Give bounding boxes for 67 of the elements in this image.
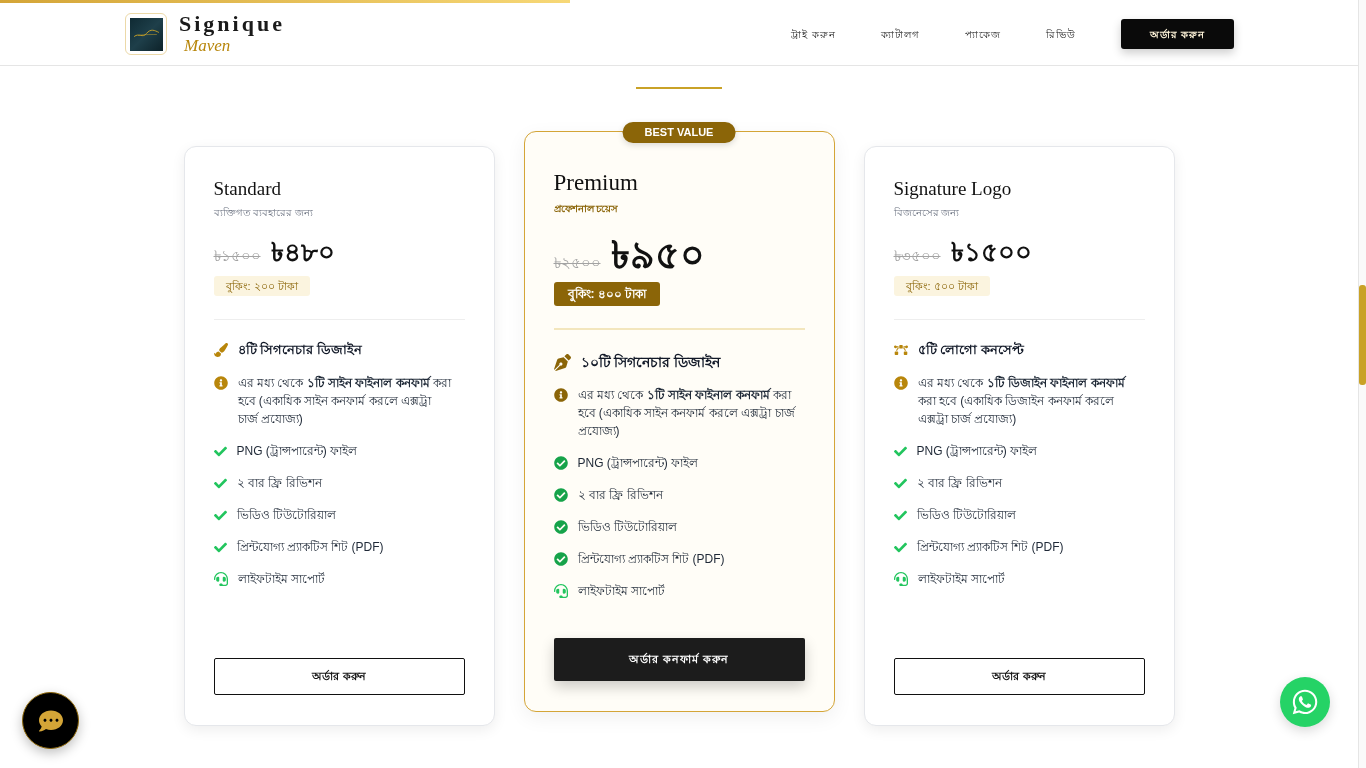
booking-badge: বুকিং: ৪০০ টাকা bbox=[553, 282, 661, 306]
info-icon bbox=[893, 376, 908, 390]
nav-link[interactable]: ট্রাই করুন bbox=[791, 26, 836, 42]
order-button[interactable]: অর্ডার কনফার্ম করুন bbox=[553, 638, 805, 681]
paintbrush-icon bbox=[213, 343, 228, 357]
chat-bubble-icon bbox=[38, 708, 63, 733]
plan-title: Signature Logo bbox=[893, 177, 1013, 201]
info-icon bbox=[213, 376, 228, 390]
logo-icon[interactable] bbox=[125, 13, 167, 55]
feature-text: ২ বার ফ্রি রিভিশন bbox=[236, 475, 322, 492]
bezier-curve-icon bbox=[893, 343, 908, 357]
feature-text: ভিডিও টিউটোরিয়াল bbox=[236, 507, 336, 524]
old-price: ৳৩৫০০ bbox=[893, 246, 941, 266]
feature-text: ২ বার ফ্রি রিভিশন bbox=[577, 487, 663, 504]
old-price: ৳২৫০০ bbox=[553, 253, 601, 273]
plan-subtitle: বিজনেসের জন্য bbox=[893, 206, 961, 220]
headset-icon bbox=[553, 584, 568, 598]
plan-price: ৳১৫০০ bbox=[950, 236, 1032, 268]
plan-subtitle: প্রফেশনাল চয়েস bbox=[553, 202, 620, 216]
feature-text: PNG (ট্রান্সপারেন্ট) ফাইল bbox=[916, 443, 1038, 460]
old-price: ৳১৫০০ bbox=[213, 246, 261, 266]
feature-text: ২ বার ফ্রি রিভিশন bbox=[916, 475, 1002, 492]
feature-text: ভিডিও টিউটোরিয়াল bbox=[577, 519, 677, 536]
check-icon bbox=[213, 540, 227, 554]
feature-text: PNG (ট্রান্সপারেন্ট) ফাইল bbox=[236, 443, 358, 460]
plan-price: ৳৯৫০ bbox=[610, 234, 705, 276]
check-icon bbox=[213, 508, 227, 522]
note-text: এর মধ্য থেকে ১টি ডিজাইন ফাইনাল কনফার্ম করা হবে (একাধিক ডিজাইন কনফার্ম করলে এক্সট্রা চার্জ প্রযোজ্য) bbox=[917, 374, 1128, 428]
feature-text: প্রিন্টযোগ্য প্র্যাকটিস শিট (PDF) bbox=[916, 539, 1064, 556]
feature-text: প্রিন্টযোগ্য প্র্যাকটিস শিট (PDF) bbox=[577, 551, 725, 568]
feature-text: প্রিন্টযোগ্য প্র্যাকটিস শিট (PDF) bbox=[236, 539, 384, 556]
feature-text: লাইফটাইম সাপোর্ট bbox=[237, 571, 325, 588]
plan-price: ৳৪৮০ bbox=[270, 236, 335, 268]
scrollbar-thumb[interactable] bbox=[1359, 285, 1366, 385]
best-value-badge: BEST VALUE bbox=[622, 122, 736, 143]
nav-link[interactable]: ক্যাটালগ bbox=[881, 26, 920, 42]
feature-text: লাইফটাইম সাপোর্ট bbox=[577, 583, 665, 600]
chat-button[interactable] bbox=[22, 692, 79, 749]
booking-badge: বুকিং: ৫০০ টাকা bbox=[893, 276, 990, 296]
order-button[interactable]: অর্ডার করুন bbox=[213, 658, 465, 695]
headset-icon bbox=[893, 572, 908, 586]
order-button[interactable]: অর্ডার করুন bbox=[1121, 19, 1234, 49]
feature-text: লাইফটাইম সাপোর্ট bbox=[917, 571, 1005, 588]
brand-tagline: Maven bbox=[184, 36, 232, 56]
feature-text: ৪টি সিগনেচার ডিজাইন bbox=[237, 340, 362, 359]
plan-subtitle: ব্যক্তিগত ব্যবহারের জন্য bbox=[213, 206, 315, 220]
nav-link[interactable]: রিভিউ bbox=[1046, 26, 1076, 42]
check-icon bbox=[893, 540, 907, 554]
info-icon bbox=[553, 388, 568, 402]
nav-link[interactable]: প্যাকেজ bbox=[965, 26, 1001, 42]
feature-text: ৫টি লোগো কনসেপ্ট bbox=[917, 340, 1024, 359]
feature-text: ১০টি সিগনেচার ডিজাইন bbox=[580, 352, 721, 372]
headset-icon bbox=[213, 572, 228, 586]
plan-title: Premium bbox=[553, 169, 639, 197]
check-icon bbox=[893, 444, 907, 458]
check-icon bbox=[893, 508, 907, 522]
plan-title: Standard bbox=[213, 177, 283, 201]
feature-text: PNG (ট্রান্সপারেন্ট) ফাইল bbox=[577, 455, 699, 472]
check-icon bbox=[893, 476, 907, 490]
brand-name: Signique bbox=[179, 12, 285, 36]
order-button[interactable]: অর্ডার করুন bbox=[893, 658, 1145, 695]
booking-badge: বুকিং: ২০০ টাকা bbox=[213, 276, 310, 296]
feature-text: ভিডিও টিউটোরিয়াল bbox=[916, 507, 1016, 524]
check-icon bbox=[213, 444, 227, 458]
pen-nib-icon bbox=[553, 353, 571, 371]
phone-bubble-icon bbox=[1291, 688, 1319, 716]
check-icon bbox=[213, 476, 227, 490]
